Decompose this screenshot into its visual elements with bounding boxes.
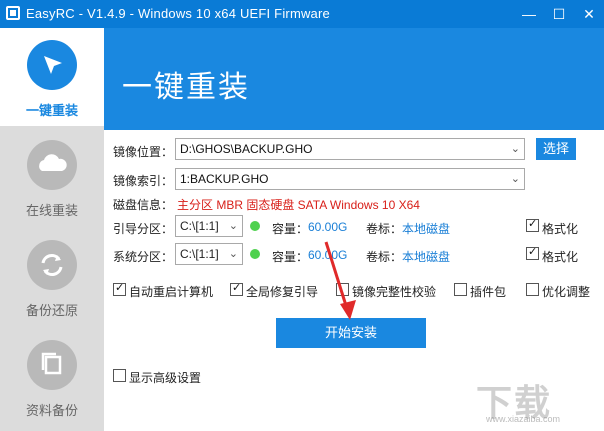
format-boot-label: 格式化 [542, 222, 579, 236]
format-system-checkbox[interactable] [526, 245, 539, 260]
boot-partition-value: C:\[1:1] [180, 219, 219, 233]
capacity-label: 容量： [272, 250, 309, 264]
image-path-label: 镜像位置： [113, 145, 174, 159]
sidebar: 一键重装 在线重装 备份还原 资料备份 [0, 28, 104, 431]
minimize-button[interactable]: — [514, 0, 544, 28]
system-partition-label: 系统分区： [113, 250, 174, 264]
page-title: 一键重装 [122, 71, 250, 104]
chevron-down-icon: ⌄ [510, 143, 520, 155]
chevron-down-icon: ⌄ [228, 248, 238, 260]
maximize-button[interactable]: ☐ [544, 0, 574, 28]
auto-restart-label: 自动重启计算机 [129, 285, 214, 299]
browse-button[interactable]: 选择 [536, 138, 576, 160]
title-bar: EasyRC - V1.4.9 - Windows 10 x64 UEFI Fi… [0, 0, 604, 28]
app-logo-icon [6, 6, 20, 20]
image-path-select[interactable]: D:\GHOS\BACKUP.GHO ⌄ [175, 138, 525, 160]
copy-icon [27, 340, 77, 390]
cloud-icon [27, 140, 77, 190]
plugin-pack-label: 插件包 [470, 285, 507, 299]
capacity-value: 60.00G [308, 220, 348, 234]
image-index-label: 镜像索引： [113, 174, 174, 188]
header-banner: 一键重装 [104, 28, 604, 130]
sidebar-item-data-backup[interactable]: 资料备份 [0, 328, 104, 426]
image-index-value: 1:BACKUP.GHO [180, 172, 269, 186]
sidebar-item-label: 备份还原 [25, 303, 78, 318]
status-dot-icon [250, 249, 260, 259]
sidebar-item-online-install[interactable]: 在线重装 [0, 128, 104, 226]
status-dot-icon [250, 221, 260, 231]
chevron-down-icon: ⌄ [510, 173, 520, 185]
sidebar-item-label: 一键重装 [25, 103, 78, 118]
window-title: EasyRC - V1.4.9 - Windows 10 x64 UEFI Fi… [26, 6, 330, 21]
optimize-label: 优化调整 [542, 285, 591, 299]
format-system-label: 格式化 [542, 250, 579, 264]
auto-restart-checkbox[interactable] [113, 281, 126, 296]
sidebar-item-one-click-install[interactable]: 一键重装 [0, 28, 104, 126]
show-advanced-label: 显示高级设置 [129, 371, 202, 385]
image-path-value: D:\GHOS\BACKUP.GHO [180, 142, 313, 156]
watermark-url: www.xiazaiba.com [486, 414, 561, 424]
image-index-select[interactable]: 1:BACKUP.GHO ⌄ [175, 168, 525, 190]
global-repair-boot-label: 全局修复引导 [246, 285, 319, 299]
chevron-down-icon: ⌄ [228, 220, 238, 232]
show-advanced-checkbox[interactable] [113, 369, 126, 382]
volume-label: 卷标： [366, 222, 403, 236]
sidebar-item-label: 资料备份 [25, 403, 78, 418]
annotation-arrow-icon [324, 241, 356, 320]
sync-icon [27, 240, 77, 290]
disk-info-value: 主分区 MBR 固态硬盘 SATA Windows 10 X64 [177, 198, 420, 212]
plugin-pack-checkbox[interactable] [454, 283, 467, 296]
capacity-label: 容量： [272, 222, 309, 236]
watermark: 下载 www.xiazaiba.com [476, 374, 598, 426]
boot-partition-select[interactable]: C:\[1:1] ⌄ [175, 215, 243, 237]
system-partition-select[interactable]: C:\[1:1] ⌄ [175, 243, 243, 265]
volume-value: 本地磁盘 [402, 250, 451, 264]
volume-value: 本地磁盘 [402, 222, 451, 236]
sidebar-item-label: 在线重装 [25, 203, 78, 218]
close-button[interactable]: ✕ [574, 0, 604, 28]
system-partition-value: C:\[1:1] [180, 247, 219, 261]
optimize-checkbox[interactable] [526, 283, 539, 296]
format-boot-checkbox[interactable] [526, 217, 539, 232]
global-repair-boot-checkbox[interactable] [230, 281, 243, 296]
sidebar-item-backup-restore[interactable]: 备份还原 [0, 228, 104, 326]
boot-partition-label: 引导分区： [113, 222, 174, 236]
disk-info-label: 磁盘信息： [113, 198, 174, 212]
cursor-icon [27, 40, 77, 90]
